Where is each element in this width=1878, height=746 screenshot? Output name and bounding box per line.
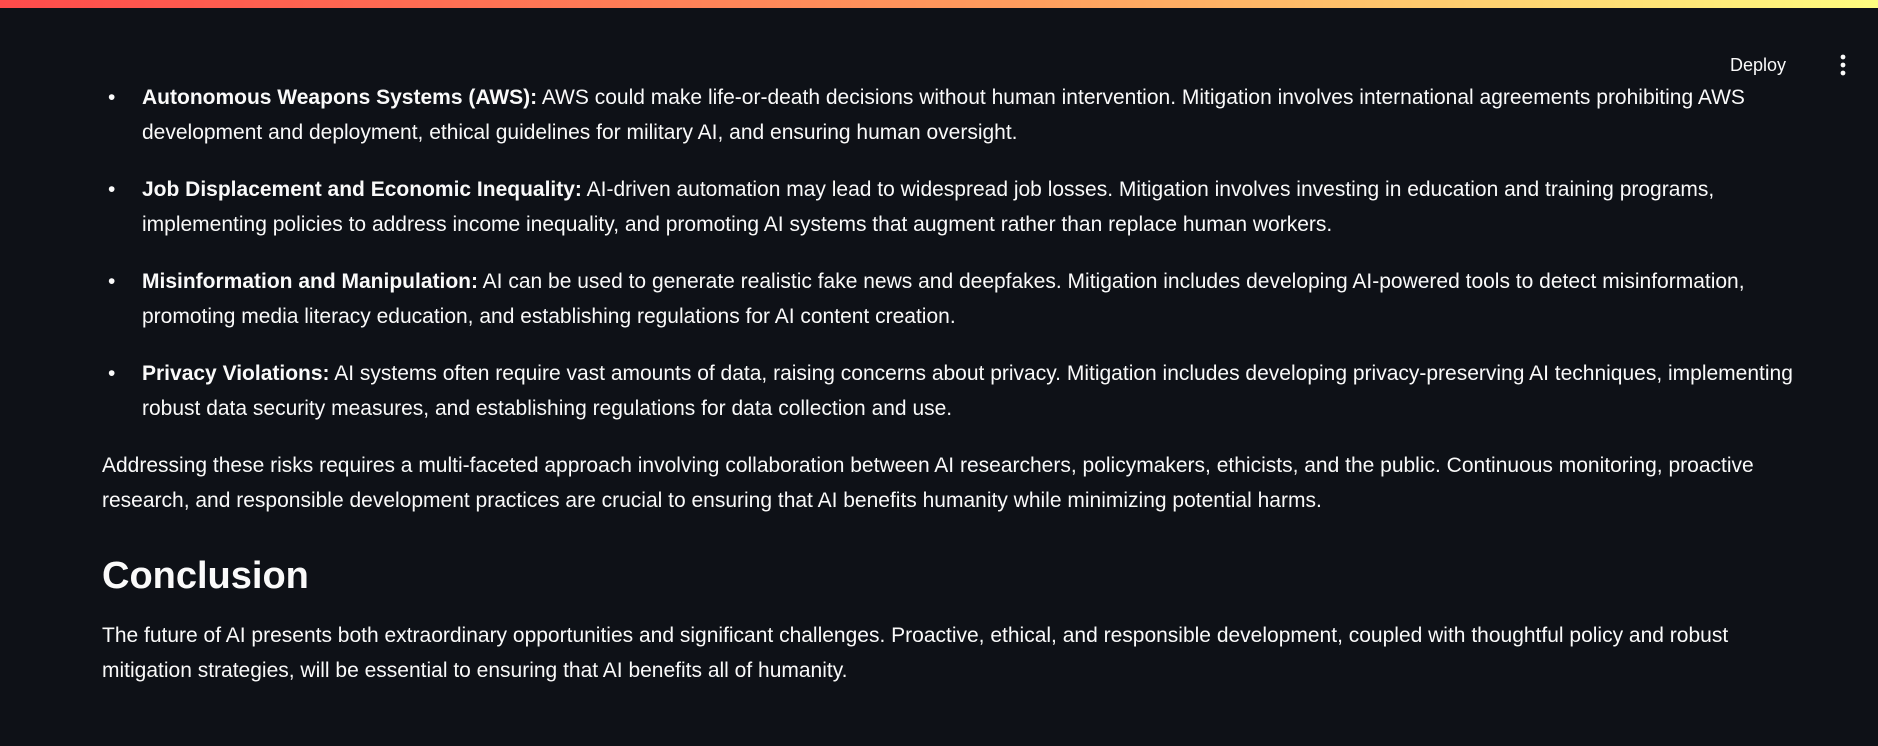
risk-term: Misinformation and Manipulation: <box>142 270 478 293</box>
risk-term: Privacy Violations: <box>142 362 330 385</box>
risk-term: Autonomous Weapons Systems (AWS): <box>142 86 538 109</box>
bullet-icon: • <box>108 178 116 201</box>
main-menu-button[interactable] <box>1828 50 1858 80</box>
top-decoration-bar <box>0 0 1878 8</box>
list-item: • Misinformation and Manipulation: AI ca… <box>108 264 1802 334</box>
deploy-button[interactable]: Deploy <box>1710 50 1806 80</box>
list-item: • Autonomous Weapons Systems (AWS): AWS … <box>108 80 1802 150</box>
conclusion-heading: Conclusion <box>102 555 309 597</box>
bullet-icon: • <box>108 362 116 385</box>
vertical-ellipsis-icon <box>1840 54 1846 76</box>
bullet-icon: • <box>108 86 116 109</box>
risk-list: • Autonomous Weapons Systems (AWS): AWS … <box>102 80 1802 426</box>
conclusion-paragraph: The future of AI presents both extraordi… <box>102 624 1729 682</box>
bullet-icon: • <box>108 270 116 293</box>
summary-paragraph: Addressing these risks requires a multi-… <box>102 454 1754 512</box>
main-content: • Autonomous Weapons Systems (AWS): AWS … <box>102 80 1802 710</box>
list-item: • Privacy Violations: AI systems often r… <box>108 356 1802 426</box>
risk-description: AI systems often require vast amounts of… <box>142 362 1793 420</box>
list-item: • Job Displacement and Economic Inequali… <box>108 172 1802 242</box>
risk-term: Job Displacement and Economic Inequality… <box>142 178 582 201</box>
